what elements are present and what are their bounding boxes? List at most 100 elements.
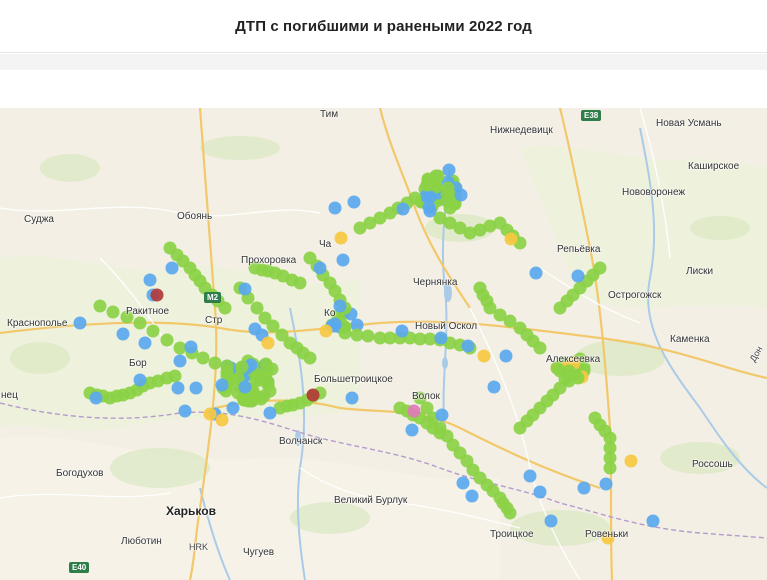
accident-marker-severe[interactable] xyxy=(504,232,518,246)
accident-marker-minor[interactable] xyxy=(544,514,558,528)
accident-marker-minor[interactable] xyxy=(347,195,361,209)
city-label-rakitnoe: Ракитное xyxy=(126,306,170,317)
accident-marker-severe[interactable] xyxy=(215,413,229,427)
city-label-bolshetroitskoe: Большетроицкое xyxy=(314,374,393,385)
city-label-nec: нец xyxy=(1,390,18,401)
accident-marker-minor[interactable] xyxy=(456,476,470,490)
accident-marker-minor[interactable] xyxy=(454,188,468,202)
accident-marker-minor[interactable] xyxy=(405,423,419,437)
accident-marker-minor[interactable] xyxy=(238,380,252,394)
accident-marker-minor[interactable] xyxy=(238,282,252,296)
accident-marker-minor[interactable] xyxy=(226,401,240,415)
accident-marker-minor[interactable] xyxy=(599,477,613,491)
accident-marker-severe[interactable] xyxy=(334,231,348,245)
accident-marker-minor[interactable] xyxy=(523,469,537,483)
accident-marker-severe[interactable] xyxy=(319,324,333,338)
accident-marker-injured[interactable] xyxy=(431,169,445,183)
accident-marker-minor[interactable] xyxy=(395,324,409,338)
accident-marker-other[interactable] xyxy=(407,404,421,418)
accident-marker-minor[interactable] xyxy=(73,316,87,330)
accident-marker-injured[interactable] xyxy=(433,426,447,440)
accident-marker-minor[interactable] xyxy=(529,266,543,280)
spacer xyxy=(0,70,767,108)
accident-marker-minor[interactable] xyxy=(435,408,449,422)
accident-marker-injured[interactable] xyxy=(160,333,174,347)
accident-marker-minor[interactable] xyxy=(165,261,179,275)
accident-marker-minor[interactable] xyxy=(171,381,185,395)
accident-markers[interactable] xyxy=(0,108,767,580)
accident-marker-minor[interactable] xyxy=(189,381,203,395)
accident-marker-minor[interactable] xyxy=(336,253,350,267)
accident-marker-minor[interactable] xyxy=(143,273,157,287)
accident-marker-minor[interactable] xyxy=(215,378,229,392)
accident-marker-injured[interactable] xyxy=(146,324,160,338)
accident-marker-injured[interactable] xyxy=(593,261,607,275)
accident-marker-severe[interactable] xyxy=(203,407,217,421)
city-label-velikiy-burluk: Великий Бурлук xyxy=(334,495,408,506)
accident-marker-injured[interactable] xyxy=(350,328,364,342)
accident-marker-injured[interactable] xyxy=(168,369,182,383)
accident-marker-injured[interactable] xyxy=(303,351,317,365)
city-label-cha: Ча xyxy=(319,239,332,250)
accident-marker-minor[interactable] xyxy=(396,202,410,216)
city-label-volokonovka: Волок xyxy=(412,391,440,402)
city-label-ko: Ко xyxy=(324,308,336,319)
accident-marker-minor[interactable] xyxy=(184,340,198,354)
accident-marker-injured[interactable] xyxy=(533,341,547,355)
accident-marker-injured[interactable] xyxy=(259,357,273,371)
accident-marker-injured[interactable] xyxy=(220,359,234,373)
accident-marker-minor[interactable] xyxy=(442,163,456,177)
accident-marker-injured[interactable] xyxy=(218,301,232,315)
city-label-kharkov: Харьков xyxy=(166,504,216,518)
accident-marker-severe[interactable] xyxy=(477,349,491,363)
accident-marker-injured[interactable] xyxy=(338,326,352,340)
accident-marker-injured[interactable] xyxy=(261,375,275,389)
accident-marker-fatal[interactable] xyxy=(306,388,320,402)
accident-marker-injured[interactable] xyxy=(248,391,262,405)
accident-marker-injured[interactable] xyxy=(443,201,457,215)
accident-marker-severe[interactable] xyxy=(261,336,275,350)
accident-marker-injured[interactable] xyxy=(93,299,107,313)
accident-marker-injured[interactable] xyxy=(196,351,210,365)
accident-marker-injured[interactable] xyxy=(408,191,422,205)
accident-marker-minor[interactable] xyxy=(465,489,479,503)
accident-marker-minor[interactable] xyxy=(461,339,475,353)
accident-marker-injured[interactable] xyxy=(553,364,567,378)
accident-marker-minor[interactable] xyxy=(423,204,437,218)
city-label-bogodukhov: Богодухов xyxy=(56,468,104,479)
accident-marker-injured[interactable] xyxy=(361,329,375,343)
accident-marker-injured[interactable] xyxy=(441,181,455,195)
accident-marker-minor[interactable] xyxy=(138,336,152,350)
accident-marker-minor[interactable] xyxy=(328,201,342,215)
accident-marker-injured[interactable] xyxy=(106,305,120,319)
map-view[interactable]: Тим Нижнедевицк Новая Усмань Каширское Н… xyxy=(0,108,767,580)
accident-marker-injured[interactable] xyxy=(173,341,187,355)
accident-marker-minor[interactable] xyxy=(345,391,359,405)
accident-marker-minor[interactable] xyxy=(577,481,591,495)
accident-marker-minor[interactable] xyxy=(133,373,147,387)
accident-marker-minor[interactable] xyxy=(313,261,327,275)
city-label-chuguev: Чугуев xyxy=(243,547,275,558)
accident-marker-minor[interactable] xyxy=(499,349,513,363)
accident-marker-minor[interactable] xyxy=(487,380,501,394)
accident-marker-minor[interactable] xyxy=(173,354,187,368)
accident-marker-minor[interactable] xyxy=(178,404,192,418)
accident-marker-minor[interactable] xyxy=(263,406,277,420)
accident-marker-injured[interactable] xyxy=(603,461,617,475)
accident-marker-minor[interactable] xyxy=(89,391,103,405)
accident-marker-injured[interactable] xyxy=(235,360,249,374)
accident-marker-minor[interactable] xyxy=(646,514,660,528)
accident-marker-minor[interactable] xyxy=(333,299,347,313)
city-label-novovoronezh: Нововоронеж xyxy=(622,187,686,198)
accident-marker-injured[interactable] xyxy=(133,316,147,330)
accident-marker-minor[interactable] xyxy=(116,327,130,341)
accident-marker-injured[interactable] xyxy=(208,356,222,370)
accident-marker-severe[interactable] xyxy=(624,454,638,468)
accident-marker-minor[interactable] xyxy=(533,485,547,499)
accident-marker-injured[interactable] xyxy=(293,276,307,290)
accident-marker-injured[interactable] xyxy=(503,506,517,520)
accident-marker-fatal[interactable] xyxy=(150,288,164,302)
accident-marker-minor[interactable] xyxy=(571,269,585,283)
accident-marker-injured[interactable] xyxy=(553,381,567,395)
accident-marker-minor[interactable] xyxy=(434,331,448,345)
